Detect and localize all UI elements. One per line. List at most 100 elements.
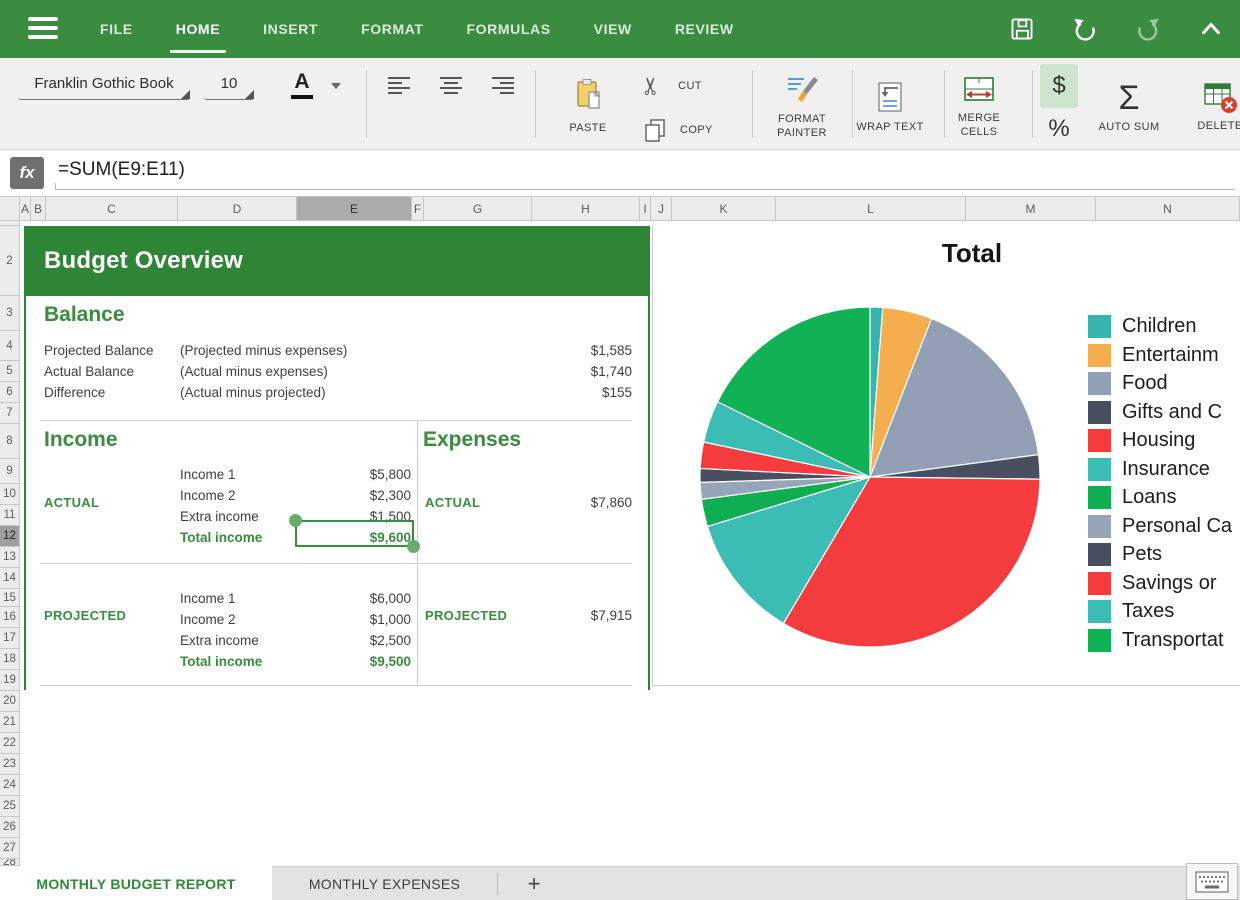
cell-selection-marquee[interactable]	[295, 520, 414, 547]
formula-input[interactable]: =SUM(E9:E11)	[58, 159, 185, 181]
sheet-canvas[interactable]: Budget Overview Balance Projected Balanc…	[21, 221, 1240, 866]
income-row[interactable]: Income 1 $6,000	[180, 589, 413, 610]
column-header-n[interactable]: N	[1096, 197, 1240, 220]
income-actual-label[interactable]: ACTUAL	[44, 495, 99, 510]
column-header-k[interactable]: K	[672, 197, 776, 220]
undo-button[interactable]	[1070, 14, 1100, 44]
select-all-stub[interactable]	[0, 197, 20, 220]
row-header-5[interactable]: 5	[0, 361, 19, 382]
paste-button[interactable]: PASTE	[552, 66, 624, 144]
row-header-21[interactable]: 21	[0, 712, 19, 733]
save-button[interactable]	[1007, 14, 1037, 44]
row-header-7[interactable]: 7	[0, 403, 19, 424]
column-header-b[interactable]: B	[31, 197, 46, 220]
row-header-8[interactable]: 8	[0, 424, 19, 459]
expenses-actual-label[interactable]: ACTUAL	[425, 495, 480, 510]
balance-heading[interactable]: Balance	[44, 303, 125, 327]
legend-item-savings-or[interactable]: Savings or	[1088, 571, 1232, 595]
income-projected-label[interactable]: PROJECTED	[44, 608, 126, 623]
menu-item-file[interactable]: FILE	[100, 0, 133, 58]
font-color-button[interactable]: A	[284, 66, 320, 104]
menu-item-format[interactable]: FORMAT	[361, 0, 423, 58]
row-header-19[interactable]: 19	[0, 670, 19, 691]
align-left-button[interactable]	[378, 68, 420, 104]
column-header-d[interactable]: D	[178, 197, 297, 220]
row-header-20[interactable]: 20	[0, 691, 19, 712]
income-heading[interactable]: Income	[44, 428, 118, 452]
row-header-11[interactable]: 11	[0, 505, 19, 526]
wrap-text-button[interactable]: WRAP TEXT	[842, 66, 938, 146]
currency-format-button[interactable]: $	[1040, 64, 1078, 108]
sheet-tab-monthly-budget-report[interactable]: MONTHLY BUDGET REPORT	[0, 866, 272, 900]
row-header-6[interactable]: 6	[0, 382, 19, 403]
row-header-17[interactable]: 17	[0, 628, 19, 649]
row-header-16[interactable]: 16	[0, 607, 19, 628]
chart-title[interactable]: Total	[862, 238, 1082, 269]
row-header-15[interactable]: 15	[0, 589, 19, 607]
legend-item-children[interactable]: Children	[1088, 315, 1232, 338]
row-header-3[interactable]: 3	[0, 296, 19, 331]
column-header-m[interactable]: M	[966, 197, 1096, 220]
copy-button[interactable]: COPY	[642, 114, 738, 146]
legend-item-entertainm[interactable]: Entertainm	[1088, 343, 1232, 367]
row-header-24[interactable]: 24	[0, 775, 19, 796]
income-row[interactable]: Income 2 $1,000	[180, 610, 413, 631]
expenses-heading[interactable]: Expenses	[423, 428, 521, 452]
column-header-e[interactable]: E	[297, 197, 412, 220]
menu-item-review[interactable]: REVIEW	[675, 0, 734, 58]
row-header-12[interactable]: 12	[0, 526, 19, 547]
collapse-toolbar-button[interactable]	[1196, 14, 1226, 44]
column-header-h[interactable]: H	[532, 197, 640, 220]
column-header-c[interactable]: C	[46, 197, 178, 220]
align-center-button[interactable]	[430, 68, 472, 104]
cut-button[interactable]: ✂ CUT	[638, 70, 738, 102]
font-name-select[interactable]: Franklin Gothic Book	[18, 68, 190, 100]
fx-button[interactable]: fx	[10, 157, 44, 189]
keyboard-toggle-button[interactable]	[1186, 863, 1238, 900]
legend-item-personal-ca[interactable]: Personal Ca	[1088, 514, 1232, 538]
row-header-18[interactable]: 18	[0, 649, 19, 670]
selection-handle-top-left[interactable]	[289, 514, 302, 527]
column-header-i[interactable]: I	[640, 197, 651, 220]
pie-chart[interactable]	[698, 305, 1042, 649]
legend-item-housing[interactable]: Housing	[1088, 429, 1232, 452]
row-header-2[interactable]: 2	[0, 226, 19, 296]
legend-item-food[interactable]: Food	[1088, 372, 1232, 395]
column-header-j[interactable]: J	[651, 197, 672, 220]
legend-item-taxes[interactable]: Taxes	[1088, 600, 1232, 623]
column-header-a[interactable]: A	[20, 197, 31, 220]
balance-row[interactable]: Difference (Actual minus projected) $155	[44, 383, 632, 404]
row-header-10[interactable]: 10	[0, 484, 19, 505]
row-header-26[interactable]: 26	[0, 817, 19, 838]
redo-button[interactable]	[1133, 14, 1163, 44]
menu-item-formulas[interactable]: FORMULAS	[467, 0, 551, 58]
percent-format-button[interactable]: %	[1040, 110, 1078, 148]
column-header-l[interactable]: L	[776, 197, 966, 220]
expenses-actual-value[interactable]: $7,860	[490, 495, 632, 510]
column-header-g[interactable]: G	[424, 197, 532, 220]
row-header-28[interactable]: 28	[0, 859, 19, 866]
menu-item-insert[interactable]: INSERT	[263, 0, 318, 58]
column-header-f[interactable]: F	[412, 197, 424, 220]
legend-item-gifts-and-c[interactable]: Gifts and C	[1088, 400, 1232, 424]
legend-item-transportat[interactable]: Transportat	[1088, 628, 1232, 652]
row-header-9[interactable]: 9	[0, 459, 19, 484]
row-header-13[interactable]: 13	[0, 547, 19, 568]
format-painter-button[interactable]: FORMAT PAINTER	[762, 66, 842, 146]
selection-handle-bottom-right[interactable]	[407, 540, 420, 553]
row-header-14[interactable]: 14	[0, 568, 19, 589]
balance-row[interactable]: Projected Balance (Projected minus expens…	[44, 341, 632, 362]
font-color-dropdown[interactable]	[328, 78, 344, 94]
menu-item-view[interactable]: VIEW	[594, 0, 632, 58]
sheet-tab-monthly-expenses[interactable]: MONTHLY EXPENSES	[272, 867, 497, 900]
expenses-projected-value[interactable]: $7,915	[490, 608, 632, 623]
auto-sum-button[interactable]: Σ AUTO SUM	[1090, 66, 1168, 146]
legend-item-pets[interactable]: Pets	[1088, 543, 1232, 566]
income-row[interactable]: Income 2 $2,300	[180, 486, 413, 507]
balance-row[interactable]: Actual Balance (Actual minus expenses) $1,…	[44, 362, 632, 383]
align-right-button[interactable]	[482, 68, 524, 104]
income-row[interactable]: Income 1 $5,800	[180, 465, 413, 486]
font-size-select[interactable]: 10	[204, 68, 254, 100]
budget-overview-banner[interactable]: Budget Overview	[24, 226, 650, 296]
row-header-25[interactable]: 25	[0, 796, 19, 817]
